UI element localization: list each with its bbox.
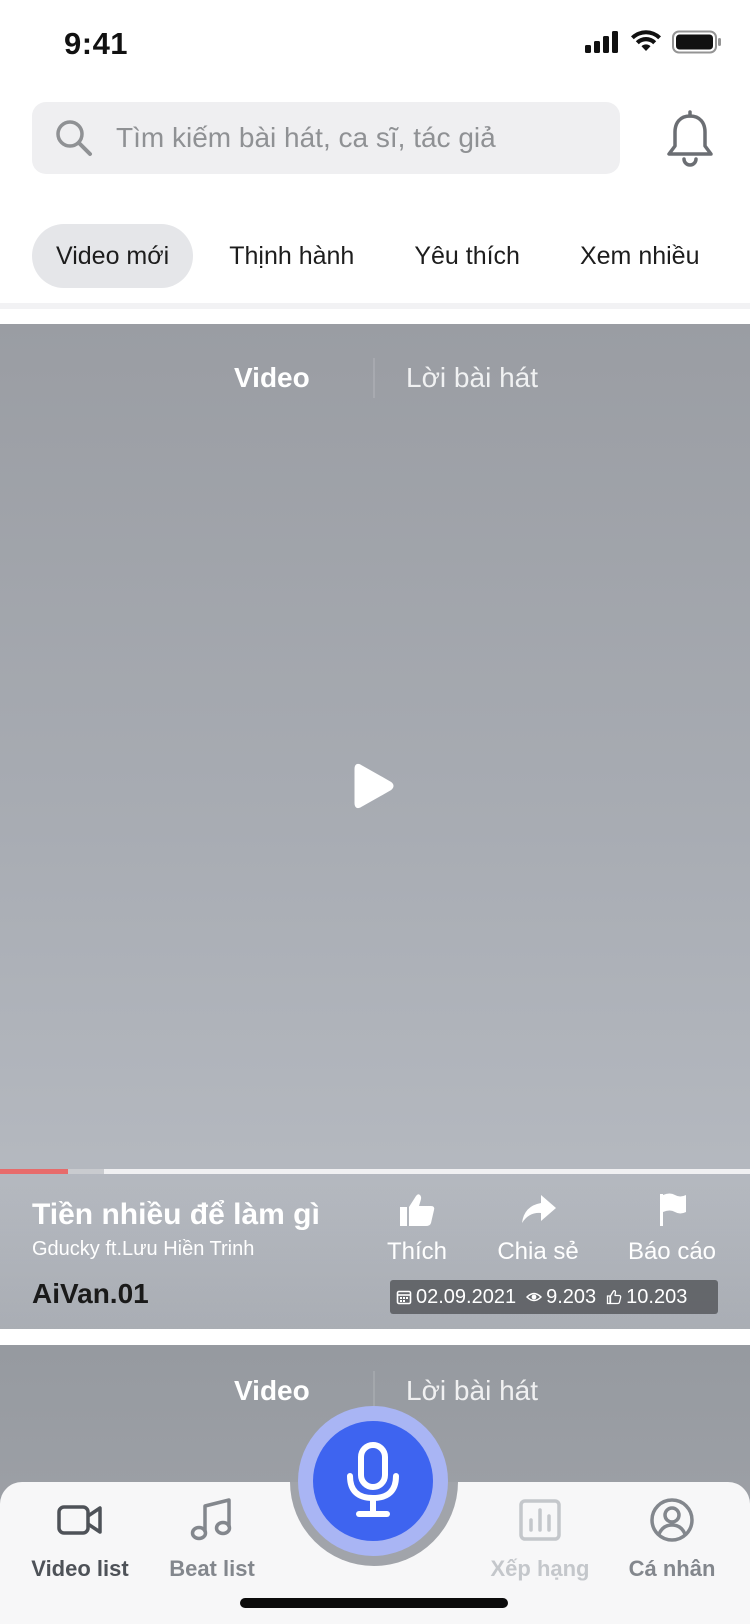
battery-icon (672, 30, 721, 54)
media-tab-video[interactable]: Video (234, 362, 310, 394)
nav-beat-list[interactable]: Beat list (142, 1496, 282, 1582)
next-media-tab-video[interactable]: Video (234, 1375, 310, 1407)
report-button[interactable]: Báo cáo (612, 1192, 732, 1266)
card-gap (0, 1329, 750, 1345)
tab-xem-nhieu[interactable]: Xem nhiều (556, 224, 724, 288)
category-tabs: Video mới Thịnh hành Yêu thích Xem nhiều (32, 224, 736, 288)
bell-icon[interactable] (664, 110, 716, 168)
tab-thinh-hanh[interactable]: Thịnh hành (205, 224, 378, 288)
media-tab-lyrics[interactable]: Lời bài hát (406, 362, 538, 394)
nav-ranking-label: Xếp hạng (490, 1556, 590, 1581)
report-label: Báo cáo (627, 1238, 717, 1265)
wifi-icon (631, 30, 661, 51)
bar-chart-icon (519, 1499, 561, 1541)
flag-icon (660, 1193, 686, 1226)
search-icon (56, 120, 92, 156)
nav-video-list-label: Video list (31, 1556, 129, 1581)
music-note-icon (190, 1498, 232, 1541)
tab-video-moi[interactable]: Video mới (32, 224, 194, 288)
media-tabs: Video Lời bài hát (0, 354, 750, 404)
video-camera-icon (57, 1505, 102, 1535)
share-arrow-icon (522, 1195, 556, 1223)
nav-video-list[interactable]: Video list (10, 1496, 150, 1582)
status-icons (584, 30, 722, 54)
song-artist: Gducky ft.Lưu Hiền Trinh (32, 1238, 255, 1260)
record-button[interactable] (313, 1421, 433, 1541)
like-button[interactable]: Thích (357, 1192, 477, 1266)
search-input[interactable] (116, 102, 606, 174)
home-indicator (240, 1598, 508, 1608)
stat-likes: 10.203 (606, 1286, 687, 1309)
nav-ranking[interactable]: Xếp hạng (470, 1496, 610, 1582)
stat-views-value: 9.203 (546, 1285, 597, 1308)
search-bar[interactable] (32, 102, 620, 174)
play-icon[interactable] (352, 762, 396, 810)
signal-icon (585, 31, 618, 53)
share-button[interactable]: Chia sẻ (478, 1192, 598, 1266)
next-media-tab-lyrics[interactable]: Lời bài hát (406, 1375, 538, 1407)
tabs-divider (0, 303, 750, 309)
song-title[interactable]: Tiền nhiều để làm gì (32, 1198, 320, 1232)
stat-date-value: 02.09.2021 (416, 1285, 517, 1308)
eye-icon (526, 1292, 543, 1302)
thumbs-up-icon (400, 1194, 435, 1226)
stat-date: 02.09.2021 (396, 1286, 516, 1309)
calendar-icon (396, 1290, 412, 1305)
video-card[interactable]: Video Lời bài hát Tiền nhiều để làm gì G… (0, 324, 750, 1329)
share-label: Chia sẻ (497, 1238, 579, 1265)
like-label: Thích (386, 1238, 448, 1265)
nav-beat-list-label: Beat list (169, 1556, 255, 1581)
video-stats-badge: 02.09.2021 9.203 10.203 (390, 1280, 718, 1314)
media-tab-divider (373, 358, 375, 398)
thumbs-up-outline-icon (607, 1290, 622, 1305)
microphone-icon (347, 1442, 399, 1517)
status-bar: 9:41 (0, 0, 750, 90)
nav-profile-label: Cá nhân (628, 1556, 716, 1581)
video-info-panel: Tiền nhiều để làm gì Gducky ft.Lưu Hiền … (0, 1174, 750, 1329)
status-time: 9:41 (64, 26, 129, 61)
tab-yeu-thich[interactable]: Yêu thích (390, 224, 544, 288)
next-media-tab-divider (373, 1371, 375, 1411)
stat-views: 9.203 (526, 1286, 596, 1309)
user-circle-icon (650, 1498, 694, 1542)
nav-profile[interactable]: Cá nhân (602, 1496, 742, 1582)
stat-likes-value: 10.203 (626, 1285, 688, 1308)
uploader-name[interactable]: AiVan.01 (32, 1278, 149, 1310)
